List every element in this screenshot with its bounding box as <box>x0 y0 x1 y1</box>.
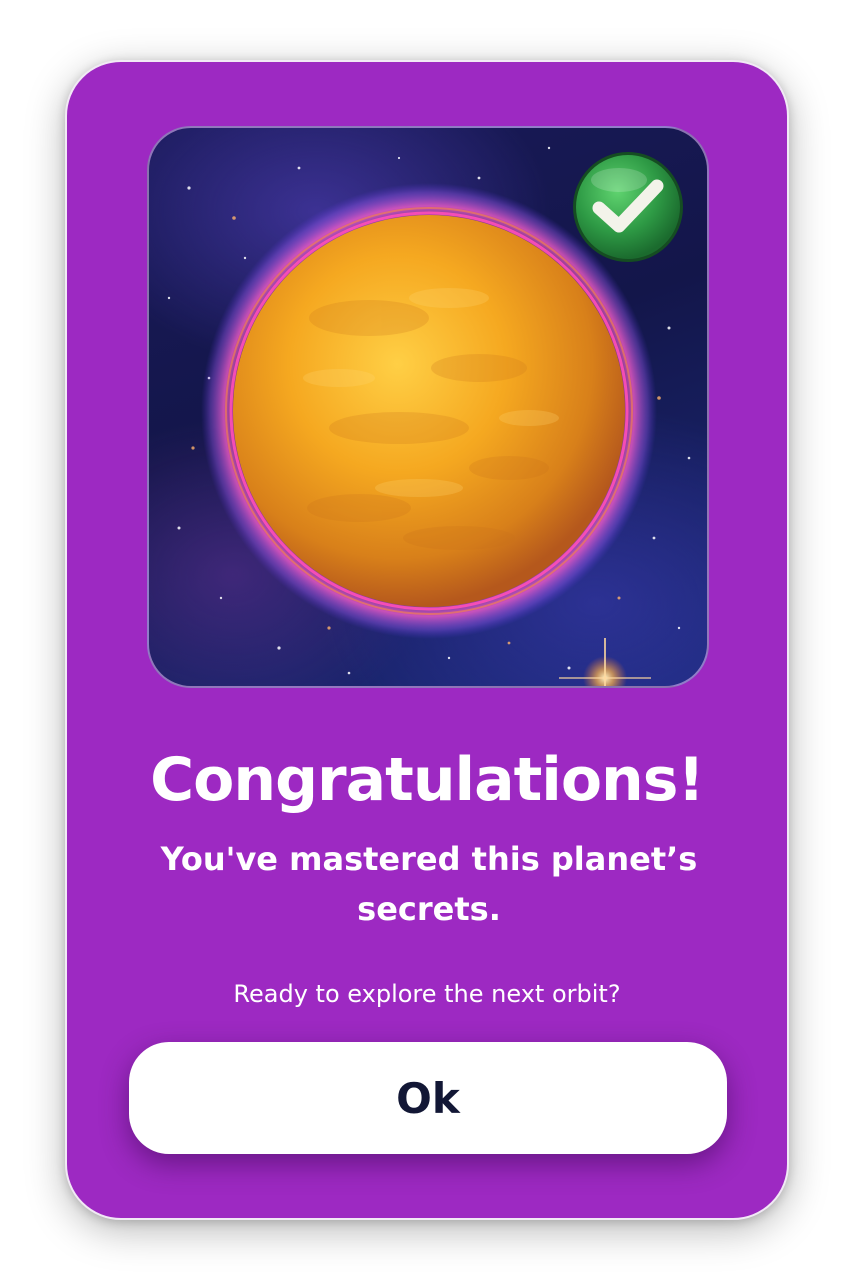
dialog-prompt: Ready to explore the next orbit? <box>233 980 621 1008</box>
dialog-subtitle: You've mastered this planet’s secrets. <box>160 840 698 928</box>
screen: Congratulations! You've mastered this pl… <box>0 0 854 1288</box>
success-dialog: Congratulations! You've mastered this pl… <box>65 60 789 1220</box>
checkmark-badge <box>573 152 683 262</box>
ok-button[interactable]: Ok <box>129 1042 727 1154</box>
planet-icon <box>233 215 625 607</box>
planet-illustration <box>147 126 709 688</box>
dialog-title: Congratulations! <box>150 745 705 815</box>
